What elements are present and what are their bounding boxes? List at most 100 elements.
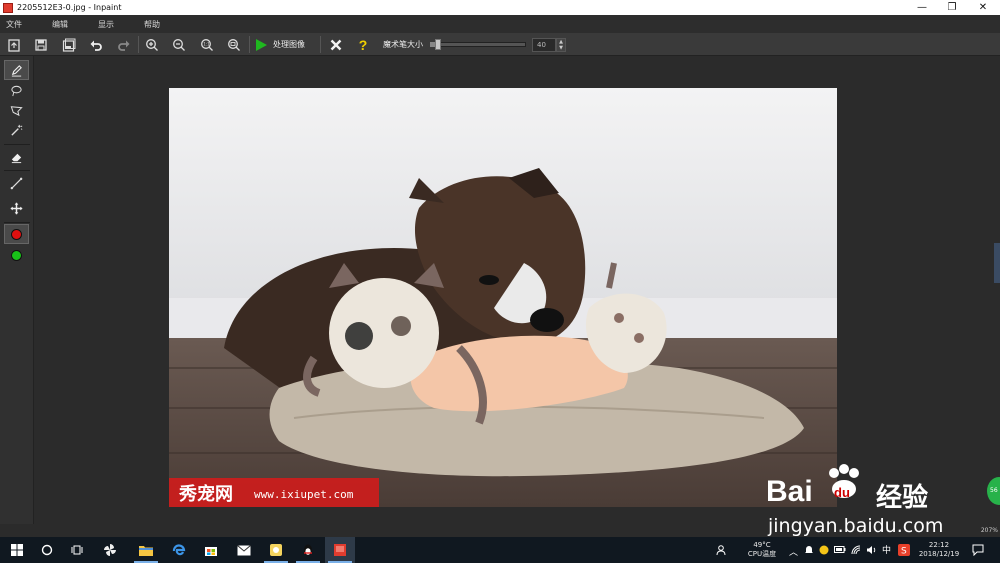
mail-envelope-icon xyxy=(237,544,251,555)
brush-size-spinner[interactable]: ▲ ▼ xyxy=(556,38,566,52)
zoom-out-icon xyxy=(173,38,185,51)
pinned-file-explorer[interactable] xyxy=(131,537,161,563)
system-clock[interactable]: 22:12 2018/12/19 xyxy=(914,541,964,559)
pinned-app-pinwheel[interactable] xyxy=(95,537,125,563)
sidebar-divider xyxy=(4,222,30,223)
fit-to-window-button[interactable] xyxy=(225,36,243,53)
eraser-tool-button[interactable] xyxy=(4,147,29,167)
input-method-indicator[interactable]: 中 xyxy=(882,543,891,556)
line-tool-button[interactable] xyxy=(4,173,29,193)
undo-button[interactable] xyxy=(87,36,105,53)
toolbar-divider xyxy=(138,36,139,53)
pinned-edge-browser[interactable] xyxy=(164,537,194,563)
lasso-tool-button[interactable] xyxy=(4,80,29,100)
polygon-lasso-tool-button[interactable] xyxy=(4,100,29,120)
cpu-temp-value: 49°C xyxy=(753,541,771,549)
cpu-temp-label: CPU温度 xyxy=(747,550,777,558)
notification-bell-icon[interactable] xyxy=(804,545,814,558)
play-icon xyxy=(256,38,267,51)
pinned-store[interactable] xyxy=(196,537,226,563)
fit-window-icon xyxy=(228,38,240,51)
close-icon xyxy=(330,39,342,50)
open-file-icon xyxy=(8,38,20,52)
wifi-icon[interactable] xyxy=(851,545,862,558)
zoom-in-button[interactable] xyxy=(143,36,161,53)
undo-icon xyxy=(90,40,102,51)
folder-icon xyxy=(139,546,153,556)
menu-view[interactable]: 显示 xyxy=(98,19,138,30)
actual-size-button[interactable]: 1:1 xyxy=(198,36,216,53)
process-image-label: 处理图像 xyxy=(273,40,305,49)
brush-size-slider-track[interactable] xyxy=(430,42,526,47)
sidebar-divider xyxy=(4,170,30,171)
help-button[interactable]: ? xyxy=(354,36,372,53)
process-image-button[interactable]: 处理图像 xyxy=(254,36,305,53)
magic-wand-tool-button[interactable] xyxy=(4,120,29,140)
menu-help[interactable]: 帮助 xyxy=(144,19,184,30)
magic-wand-icon xyxy=(11,124,23,136)
save-button[interactable] xyxy=(32,36,50,53)
toolbar-divider xyxy=(249,36,250,53)
polygon-lasso-icon xyxy=(10,105,23,116)
baidu-jingyan-cn: 经验 xyxy=(876,483,929,513)
taskbar-inpaint-app[interactable] xyxy=(325,537,355,563)
move-tool-button[interactable] xyxy=(4,198,29,218)
show-hidden-icons-chevron-icon[interactable]: ︿ xyxy=(789,545,798,558)
zoom-out-button[interactable] xyxy=(170,36,188,53)
pinned-qq[interactable] xyxy=(293,537,323,563)
edge-browser-icon xyxy=(172,544,186,556)
line-icon xyxy=(10,177,23,189)
action-center-icon[interactable] xyxy=(972,544,984,559)
open-file-button[interactable] xyxy=(5,36,23,53)
side-panel-handle[interactable] xyxy=(994,243,1000,283)
baidu-brand-du: du xyxy=(834,485,850,500)
red-color-swatch xyxy=(11,228,22,240)
cancel-button[interactable] xyxy=(327,36,345,53)
sogou-ime-icon[interactable]: S xyxy=(898,544,910,559)
security-shield-icon[interactable] xyxy=(819,545,829,558)
battery-icon[interactable] xyxy=(834,545,846,557)
task-view-button[interactable] xyxy=(62,537,92,563)
pinned-app-yellow[interactable] xyxy=(261,537,291,563)
svg-text:S: S xyxy=(901,547,907,557)
tool-sidebar xyxy=(0,56,34,524)
clock-time: 22:12 xyxy=(928,541,950,549)
save-as-icon xyxy=(62,38,76,52)
title-bar: 2205512E3-0.jpg - Inpaint — ❐ ✕ xyxy=(0,0,1000,15)
green-color-swatch xyxy=(11,249,22,261)
close-window-button[interactable]: ✕ xyxy=(968,0,998,15)
pinwheel-icon xyxy=(104,544,116,556)
baidu-brand-text: Bai xyxy=(766,475,813,508)
yellow-app-icon xyxy=(270,544,282,556)
marker-tool-button[interactable] xyxy=(4,60,29,80)
maximize-button[interactable]: ❐ xyxy=(937,0,967,15)
minimize-button[interactable]: — xyxy=(907,0,937,15)
menu-edit[interactable]: 编辑 xyxy=(52,19,92,30)
qq-penguin-icon xyxy=(304,544,312,556)
volume-icon[interactable] xyxy=(866,545,877,558)
cpu-temperature-widget[interactable]: 49°C CPU温度 xyxy=(742,541,782,559)
red-marker-color-button[interactable] xyxy=(4,224,29,244)
menu-file[interactable]: 文件 xyxy=(6,19,46,30)
lasso-icon xyxy=(11,85,22,96)
brush-size-input[interactable]: 40 xyxy=(532,38,556,52)
people-icon[interactable] xyxy=(716,544,728,559)
search-button[interactable] xyxy=(32,537,62,563)
site-watermark-url: www.ixiupet.com xyxy=(254,488,354,501)
start-button[interactable] xyxy=(2,537,32,563)
store-bag-icon xyxy=(205,547,217,556)
redo-button[interactable] xyxy=(115,36,133,53)
pinned-mail[interactable] xyxy=(229,537,259,563)
green-marker-color-button[interactable] xyxy=(4,245,29,265)
windows-logo-icon xyxy=(11,544,23,556)
save-icon xyxy=(35,38,47,51)
redo-icon xyxy=(118,40,130,51)
task-view-icon xyxy=(71,545,83,555)
brush-size-slider-thumb[interactable] xyxy=(435,39,441,50)
move-icon xyxy=(10,201,23,215)
save-as-button[interactable] xyxy=(60,36,78,53)
edited-photo[interactable]: 秀宠网 www.ixiupet.com xyxy=(169,88,837,507)
search-circle-icon xyxy=(41,544,53,556)
windows-taskbar: 49°C CPU温度 ︿ 中 S 22:12 2018/12/19 xyxy=(0,537,1000,563)
app-icon xyxy=(3,2,13,13)
